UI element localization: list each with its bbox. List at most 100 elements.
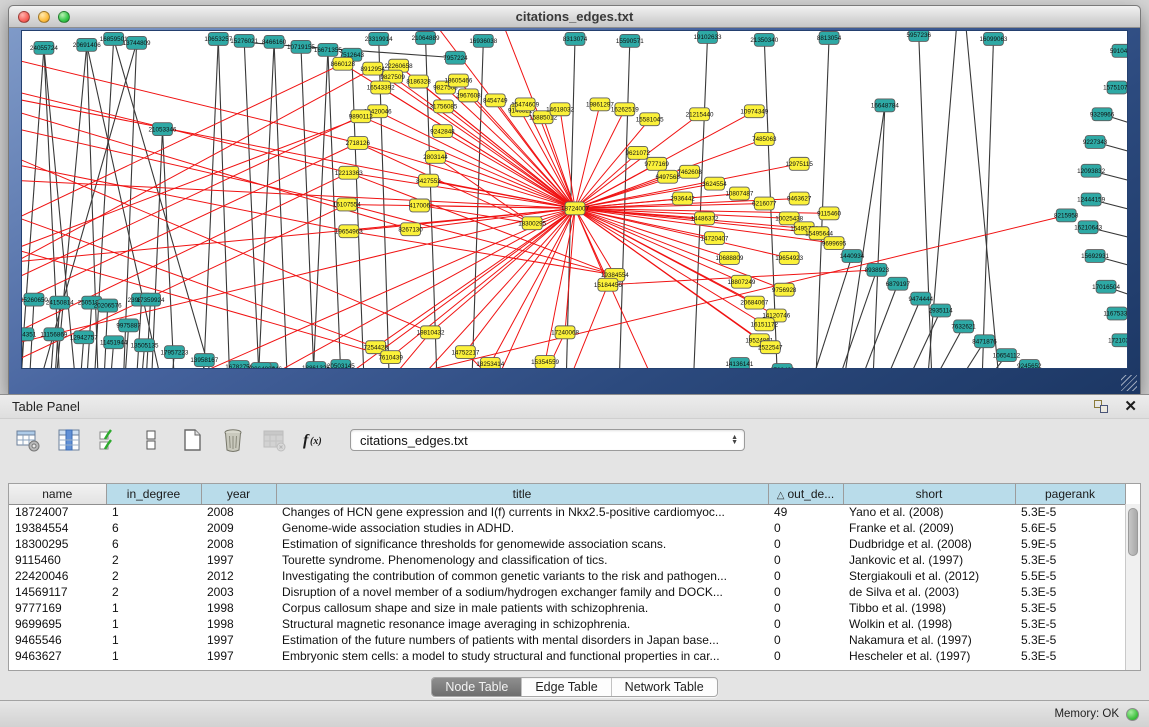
network-node[interactable]: 9975887	[116, 319, 141, 332]
cell-name[interactable]: 9699695	[9, 616, 106, 632]
network-node[interactable]: 19810432	[417, 326, 445, 339]
cell-year[interactable]: 1998	[201, 600, 276, 616]
network-node[interactable]: 14752217	[451, 346, 479, 359]
network-node[interactable]: 24055724	[30, 41, 58, 54]
cell-in_degree[interactable]: 1	[106, 616, 201, 632]
network-node[interactable]: 8660128	[331, 57, 356, 70]
cell-out_degree[interactable]: 0	[768, 568, 843, 584]
network-node[interactable]: 8267130	[398, 223, 423, 236]
network-node[interactable]: 24150814	[46, 296, 74, 309]
network-node[interactable]: 14618032	[546, 103, 574, 116]
delete-table-icon[interactable]	[219, 426, 247, 454]
network-node[interactable]: 3624554	[702, 177, 727, 190]
network-node[interactable]: 9621072	[626, 146, 651, 159]
network-node[interactable]: 12093832	[1077, 164, 1105, 177]
cell-out_degree[interactable]: 0	[768, 584, 843, 600]
table-row[interactable]: 1456911722003Disruption of a novel membe…	[9, 584, 1125, 600]
network-node[interactable]: 8813054	[817, 31, 842, 44]
cell-name[interactable]: 14569117	[9, 584, 106, 600]
cell-in_degree[interactable]: 2	[106, 568, 201, 584]
network-node[interactable]: 14720407	[701, 232, 729, 245]
cell-short[interactable]: Hescheler et al. (1997)	[843, 648, 1015, 664]
column-header-short[interactable]: short	[843, 484, 1015, 504]
cell-pagerank[interactable]: 5.3E-5	[1015, 648, 1125, 664]
network-node[interactable]: 9227343	[1083, 136, 1108, 149]
network-node[interactable]: 8215958	[1054, 209, 1079, 222]
network-node[interactable]: 12975115	[785, 157, 813, 170]
network-node[interactable]: 20691406	[73, 38, 101, 51]
column-header-name[interactable]: name	[9, 484, 106, 504]
network-node[interactable]: 2967608	[456, 89, 481, 102]
network-node[interactable]: 7485063	[752, 133, 777, 146]
scrollbar-thumb[interactable]	[1128, 508, 1138, 556]
network-node[interactable]: 7610439	[378, 351, 403, 364]
cell-year[interactable]: 2009	[201, 520, 276, 536]
cell-name[interactable]: 9465546	[9, 632, 106, 648]
cell-short[interactable]: Stergiakouli et al. (2012)	[843, 568, 1015, 584]
network-node[interactable]: 9756928	[772, 283, 797, 296]
network-node[interactable]: 9329966	[1090, 108, 1115, 121]
column-header-out_degree[interactable]: △out_de...	[768, 484, 843, 504]
network-node[interactable]: 14486372	[691, 212, 719, 225]
network-node[interactable]: 5910463	[1110, 44, 1127, 57]
cell-in_degree[interactable]: 1	[106, 504, 201, 520]
network-node[interactable]: 7632621	[951, 320, 976, 333]
network-node[interactable]: 15590571	[616, 34, 644, 47]
network-node[interactable]: 8466160	[262, 35, 287, 48]
network-node[interactable]: 15474609	[511, 98, 539, 111]
network-node[interactable]: 9463627	[787, 192, 812, 205]
cell-name[interactable]: 18300295	[9, 536, 106, 552]
network-node[interactable]: 2718126	[346, 137, 371, 150]
cell-pagerank[interactable]: 5.3E-5	[1015, 552, 1125, 568]
cell-short[interactable]: de Silva et al. (2003)	[843, 584, 1015, 600]
network-node[interactable]: 417006	[409, 199, 430, 212]
cell-year[interactable]: 1997	[201, 632, 276, 648]
table-row[interactable]: 911546021997Tourette syndrome. Phenomeno…	[9, 552, 1125, 568]
network-node[interactable]: 10807487	[725, 187, 753, 200]
column-header-pagerank[interactable]: pagerank	[1015, 484, 1125, 504]
cell-name[interactable]: 19384554	[9, 520, 106, 536]
table-row[interactable]: 946362711997Embryonic stem cells: a mode…	[9, 648, 1125, 664]
cell-out_degree[interactable]: 0	[768, 552, 843, 568]
cell-pagerank[interactable]: 5.3E-5	[1015, 584, 1125, 600]
cell-name[interactable]: 18724007	[9, 504, 106, 520]
close-panel-icon[interactable]: ✕	[1124, 400, 1137, 414]
cell-short[interactable]: Dudbridge et al. (2008)	[843, 536, 1015, 552]
table-row[interactable]: 977716911998Corpus callosum shape and si…	[9, 600, 1125, 616]
cell-title[interactable]: Estimation of the future numbers of pati…	[276, 632, 768, 648]
cell-out_degree[interactable]: 0	[768, 520, 843, 536]
network-node[interactable]: 20684067	[740, 296, 768, 309]
cell-title[interactable]: Investigating the contribution of common…	[276, 568, 768, 584]
cell-year[interactable]: 2003	[201, 584, 276, 600]
network-node[interactable]: 1733426	[770, 364, 795, 368]
network-node[interactable]: 25260650	[22, 293, 48, 306]
cell-pagerank[interactable]: 5.3E-5	[1015, 504, 1125, 520]
cell-year[interactable]: 1998	[201, 616, 276, 632]
network-node[interactable]: 16936038	[469, 34, 497, 47]
network-node[interactable]: 19654923	[775, 252, 803, 265]
window-titlebar[interactable]: citations_edges.txt	[9, 6, 1140, 28]
cell-title[interactable]: Genome-wide association studies in ADHD.	[276, 520, 768, 536]
cell-year[interactable]: 1997	[201, 552, 276, 568]
cell-name[interactable]: 9777169	[9, 600, 106, 616]
network-node[interactable]: 15354559	[531, 356, 559, 368]
cell-title[interactable]: Tourette syndrome. Phenomenology and cla…	[276, 552, 768, 568]
network-node[interactable]: 11675334	[1103, 307, 1127, 320]
cell-out_degree[interactable]: 0	[768, 536, 843, 552]
network-node[interactable]: 16671355	[314, 43, 342, 56]
table-row[interactable]: 2242004622012Investigating the contribut…	[9, 568, 1125, 584]
tab-edge-table[interactable]: Edge Table	[522, 678, 611, 696]
tab-network-table[interactable]: Network Table	[612, 678, 717, 696]
cell-name[interactable]: 22420046	[9, 568, 106, 584]
cell-out_degree[interactable]: 0	[768, 616, 843, 632]
network-node[interactable]: 8186328	[406, 75, 431, 88]
cell-out_degree[interactable]: 0	[768, 632, 843, 648]
cell-short[interactable]: Franke et al. (2009)	[843, 520, 1015, 536]
network-node[interactable]: 13505135	[131, 339, 159, 352]
cell-short[interactable]: Nakamura et al. (1997)	[843, 632, 1015, 648]
column-header-in_degree[interactable]: in_degree	[106, 484, 201, 504]
table-scrollbar[interactable]	[1125, 504, 1140, 670]
network-node[interactable]: 19654963	[335, 225, 363, 238]
network-node[interactable]: 16151172	[751, 318, 779, 331]
network-node[interactable]: 9245652	[1017, 360, 1042, 368]
